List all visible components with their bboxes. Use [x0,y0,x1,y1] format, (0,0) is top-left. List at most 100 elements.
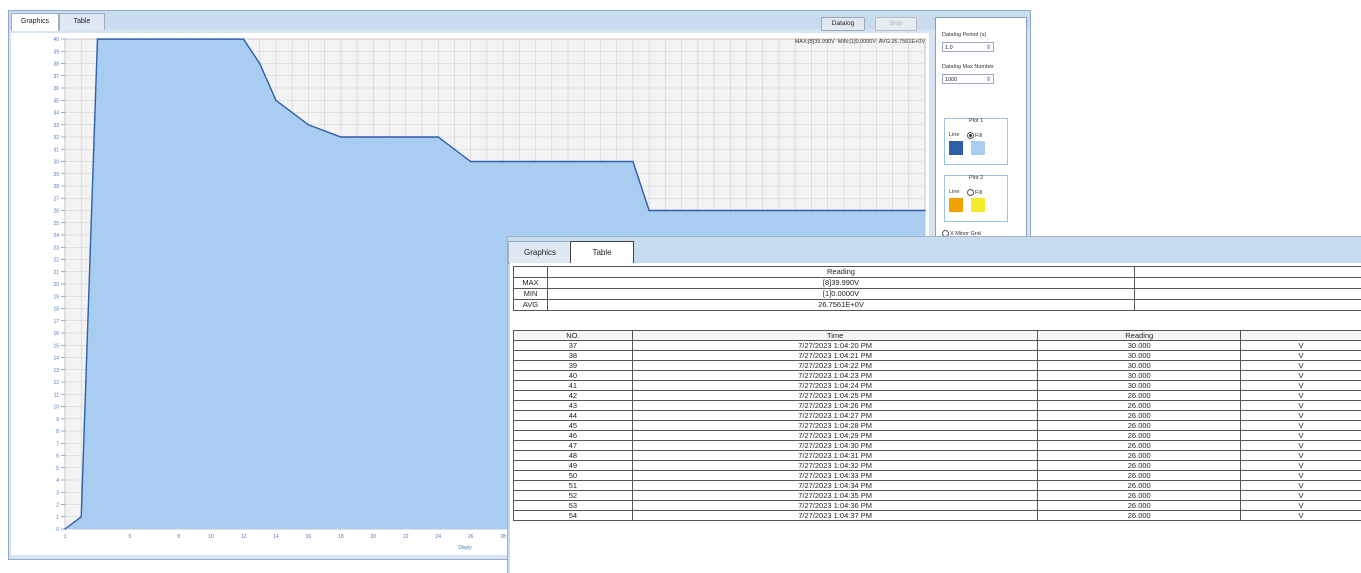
plot1-fill-label: Fill [975,133,982,139]
cell-time: 7/27/2023 1:04:37 PM [632,511,1038,521]
table-row[interactable]: 457/27/2023 1:04:28 PM26.000V [514,421,1361,431]
data-point [762,210,764,212]
tab-graphics[interactable]: Graphics [508,241,572,264]
plot1-line-label: Line [949,132,959,138]
table-row[interactable]: 537/27/2023 1:04:36 PM26.000V [514,501,1361,511]
datalog-period-input[interactable]: 1.0 ⇕ [942,42,994,52]
col-header-time[interactable]: Time [632,331,1038,341]
table-row[interactable]: 517/27/2023 1:04:34 PM26.000V [514,481,1361,491]
radio-selected-icon[interactable] [967,132,974,139]
plot1-line-color-swatch[interactable] [949,141,963,155]
y-tick-label: 0 [56,527,59,533]
table-row[interactable]: 507/27/2023 1:04:33 PM26.000V [514,471,1361,481]
tab-table[interactable]: Table [59,13,105,30]
plot2-fill-option[interactable]: Fill [967,189,982,196]
cell-reading: 26.000 [1038,421,1241,431]
col-header-no[interactable]: NO. [514,331,633,341]
table-row[interactable]: 437/27/2023 1:04:26 PM26.000V [514,401,1361,411]
data-point [308,124,310,126]
y-tick-label: 11 [54,392,59,398]
data-point [502,161,504,163]
cell-unit: V [1241,491,1361,501]
data-point [178,38,180,40]
plot1-fill-color-swatch[interactable] [971,141,985,155]
data-point [275,99,277,101]
cell-unit: V [1241,501,1361,511]
cell-time: 7/27/2023 1:04:31 PM [632,451,1038,461]
cell-unit: V [1241,461,1361,471]
cell-reading: 30.000 [1038,361,1241,371]
table-row[interactable]: 397/27/2023 1:04:22 PM30.000V [514,361,1361,371]
col-header-reading[interactable]: Reading [1038,331,1241,341]
data-point [405,136,407,138]
table-row[interactable]: 527/27/2023 1:04:35 PM26.000V [514,491,1361,501]
spinner-arrows-icon[interactable]: ⇕ [986,75,991,85]
table-row[interactable]: 407/27/2023 1:04:23 PM30.000V [514,371,1361,381]
tab-graphics[interactable]: Graphics [11,13,59,31]
plot2-fill-color-swatch[interactable] [971,198,985,212]
table-row[interactable]: 447/27/2023 1:04:27 PM26.000V [514,411,1361,421]
cell-reading: 26.000 [1038,491,1241,501]
y-tick-label: 30 [53,160,59,166]
data-point [194,38,196,40]
y-tick-label: 20 [53,282,59,288]
cell-no: 37 [514,341,633,351]
datalog-period-label: Datalog Period (s) [942,32,986,38]
cell-time: 7/27/2023 1:04:36 PM [632,501,1038,511]
plot1-title: Plot 1 [945,118,1007,124]
cell-unit: V [1241,411,1361,421]
cell-reading: 30.000 [1038,341,1241,351]
y-tick-label: 12 [53,380,59,386]
data-point [226,38,228,40]
cell-no: 45 [514,421,633,431]
table-body: 377/27/2023 1:04:20 PM30.000V387/27/2023… [514,341,1361,521]
table-row[interactable]: 477/27/2023 1:04:30 PM26.000V [514,441,1361,451]
cell-no: 52 [514,491,633,501]
table-row[interactable]: 377/27/2023 1:04:20 PM30.000V [514,341,1361,351]
y-tick-label: 23 [53,245,59,251]
y-tick-label: 6 [56,454,59,460]
x-tick-label: 18 [338,534,344,540]
table-row[interactable]: 467/27/2023 1:04:29 PM26.000V [514,431,1361,441]
cell-reading: 26.000 [1038,451,1241,461]
plot2-line-color-swatch[interactable] [949,198,963,212]
y-tick-label: 2 [56,503,59,509]
table-row[interactable]: 487/27/2023 1:04:31 PM26.000V [514,451,1361,461]
data-point [697,210,699,212]
cell-time: 7/27/2023 1:04:24 PM [632,381,1038,391]
cell-no: 53 [514,501,633,511]
spinner-arrows-icon[interactable]: ⇕ [986,43,991,53]
table-row[interactable]: 547/27/2023 1:04:37 PM26.000V [514,511,1361,521]
table-row[interactable]: 417/27/2023 1:04:24 PM30.000V [514,381,1361,391]
datalog-max-input[interactable]: 1000 ⇕ [942,74,994,84]
cell-no: 38 [514,351,633,361]
cell-time: 7/27/2023 1:04:23 PM [632,371,1038,381]
cell-unit: V [1241,351,1361,361]
cell-no: 40 [514,371,633,381]
y-tick-label: 40 [53,37,59,43]
y-tick-label: 10 [53,405,59,411]
y-tick-label: 17 [53,319,59,325]
radio-unselected-icon[interactable] [967,189,974,196]
x-tick-label: 14 [273,534,279,540]
y-tick-label: 27 [53,196,59,202]
col-header-unit [1241,331,1361,341]
cell-time: 7/27/2023 1:04:21 PM [632,351,1038,361]
y-tick-label: 15 [53,343,59,349]
cell-time: 7/27/2023 1:04:34 PM [632,481,1038,491]
tab-table[interactable]: Table [570,241,634,263]
data-point [827,210,829,212]
stop-button[interactable]: Stop [875,17,917,31]
plot2-group: Plot 2 Line Fill [944,175,1008,222]
data-point [567,161,569,163]
y-tick-label: 28 [53,184,59,190]
data-point [340,136,342,138]
x-tick-label: 16 [306,534,312,540]
plot1-fill-option[interactable]: Fill [967,132,982,139]
table-row[interactable]: 497/27/2023 1:04:32 PM26.000V [514,461,1361,471]
y-tick-label: 21 [53,270,59,276]
table-row[interactable]: 427/27/2023 1:04:25 PM26.000V [514,391,1361,401]
datalog-button[interactable]: Datalog [821,17,865,31]
cell-no: 47 [514,441,633,451]
table-row[interactable]: 387/27/2023 1:04:21 PM30.000V [514,351,1361,361]
